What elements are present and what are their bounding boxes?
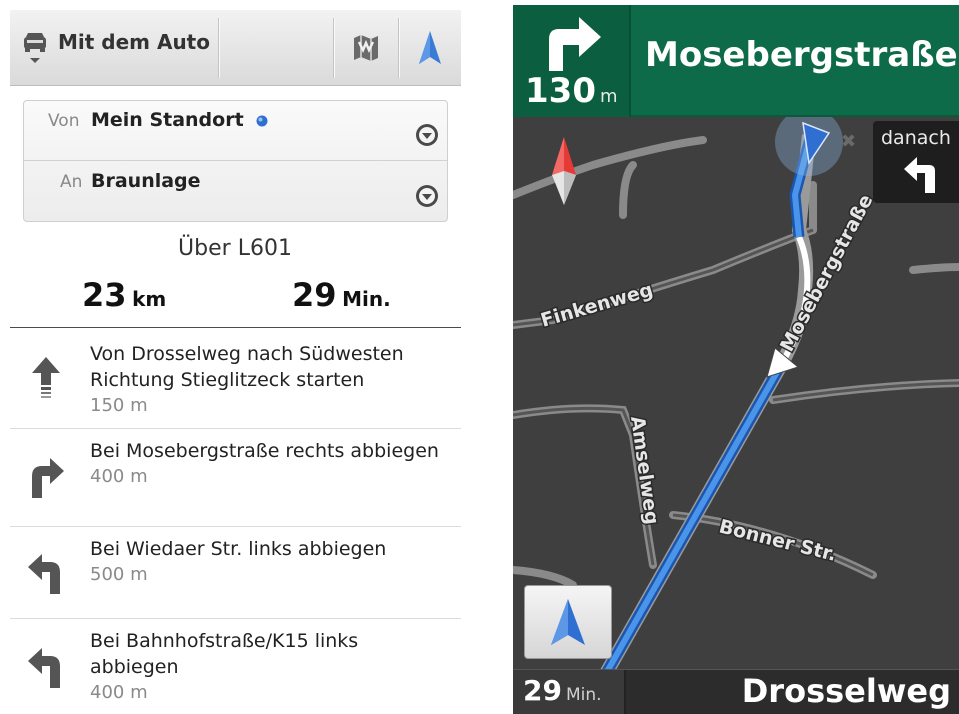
origin-prefix: Von (48, 111, 80, 131)
direction-step[interactable]: Bei Mosebergstraße rechts abbiegen 400 m (10, 430, 461, 527)
step-distance: 500 m (90, 564, 148, 585)
remaining-time-value: 29 (523, 674, 562, 707)
route-duration: 29 Min. (292, 276, 391, 314)
then-maneuver-box: danach (873, 121, 959, 203)
turn-left-icon (904, 157, 935, 193)
origin-dropdown-icon[interactable] (415, 123, 439, 147)
step-instruction: Von Drosselweg nach Südwesten Richtung S… (90, 343, 404, 391)
destination-prefix: An (60, 172, 83, 192)
remaining-time: 29 Min. (513, 670, 626, 714)
start-navigation-button[interactable] (399, 10, 461, 86)
direction-step[interactable]: Von Drosselweg nach Südwesten Richtung S… (10, 333, 461, 429)
origin-field[interactable]: Von Mein Standort (24, 101, 447, 161)
distance-unit: km (132, 287, 167, 311)
map-view-button[interactable] (334, 10, 398, 86)
next-maneuver-box: 130 m (513, 5, 631, 117)
step-distance: 400 m (90, 682, 148, 703)
destination-field[interactable]: An Braunlage (24, 162, 447, 222)
step-distance: 400 m (90, 466, 148, 487)
turn-right-icon (549, 17, 601, 71)
car-icon (24, 33, 46, 63)
then-label: danach (881, 127, 951, 149)
duration-unit: Min. (342, 287, 391, 311)
distance-value: 23 (82, 276, 127, 314)
direction-step[interactable]: Bei Bahnhofstraße/K15 links abbiegen 400… (10, 620, 461, 714)
current-street-name: Drosselweg (741, 672, 951, 710)
turn-right-icon (32, 458, 64, 498)
route-distance: 23 km (82, 276, 166, 314)
mode-toolbar: Mit dem Auto (10, 10, 461, 86)
travel-mode-selector[interactable]: Mit dem Auto (10, 10, 218, 86)
route-endpoints: Von Mein Standort An Braunlage (23, 100, 448, 222)
step-instruction: Bei Mosebergstraße rechts abbiegen (90, 440, 439, 462)
destination-value: Braunlage (91, 170, 201, 192)
mute-icon: ✖ (841, 131, 856, 152)
step-text: Bei Bahnhofstraße/K15 links abbiegen 400… (90, 628, 450, 706)
turn-left-icon (28, 554, 60, 594)
compass-needle-icon (552, 137, 576, 205)
navigation-arrow-icon (419, 31, 441, 64)
toolbar-divider (218, 18, 219, 78)
navigation-view: ✖ Finkenweg Mosebergstraße Amselweg Bonn… (513, 5, 959, 714)
next-maneuver-distance-value: 130 (525, 71, 596, 111)
step-instruction: Bei Bahnhofstraße/K15 links abbiegen (90, 630, 359, 678)
travel-mode-label: Mit dem Auto (58, 30, 210, 54)
duration-value: 29 (292, 276, 337, 314)
step-text: Bei Wiedaer Str. links abbiegen 500 m (90, 536, 450, 588)
navigation-mode-button[interactable] (524, 585, 612, 659)
next-street-name: Mosebergstraße (645, 35, 958, 75)
step-text: Bei Mosebergstraße rechts abbiegen 400 m (90, 438, 450, 490)
map-icon (354, 35, 378, 61)
step-instruction: Bei Wiedaer Str. links abbiegen (90, 538, 387, 560)
direction-step[interactable]: Bei Wiedaer Str. links abbiegen 500 m (10, 528, 461, 619)
destination-dropdown-icon[interactable] (415, 184, 439, 208)
remaining-time-unit: Min. (565, 685, 602, 705)
turn-left-icon (28, 648, 60, 688)
origin-value: Mein Standort (91, 109, 244, 131)
trip-status-bar: 29 Min. Drosselweg (513, 669, 959, 714)
straight-arrow-icon (32, 357, 60, 398)
directions-panel: Mit dem Auto Von Mein Standort An Braunl… (0, 0, 470, 714)
compass[interactable] (549, 135, 579, 211)
step-text: Von Drosselweg nach Südwesten Richtung S… (90, 341, 450, 419)
step-distance: 150 m (90, 395, 148, 416)
next-maneuver-distance: 130 m (525, 71, 618, 111)
location-dot-icon (256, 115, 268, 127)
next-maneuver-banner: 130 m Mosebergstraße (513, 5, 959, 117)
next-maneuver-distance-unit: m (599, 86, 618, 107)
summary-divider (10, 327, 461, 328)
route-via: Über L601 (178, 236, 292, 261)
navigation-arrow-icon (551, 599, 585, 645)
